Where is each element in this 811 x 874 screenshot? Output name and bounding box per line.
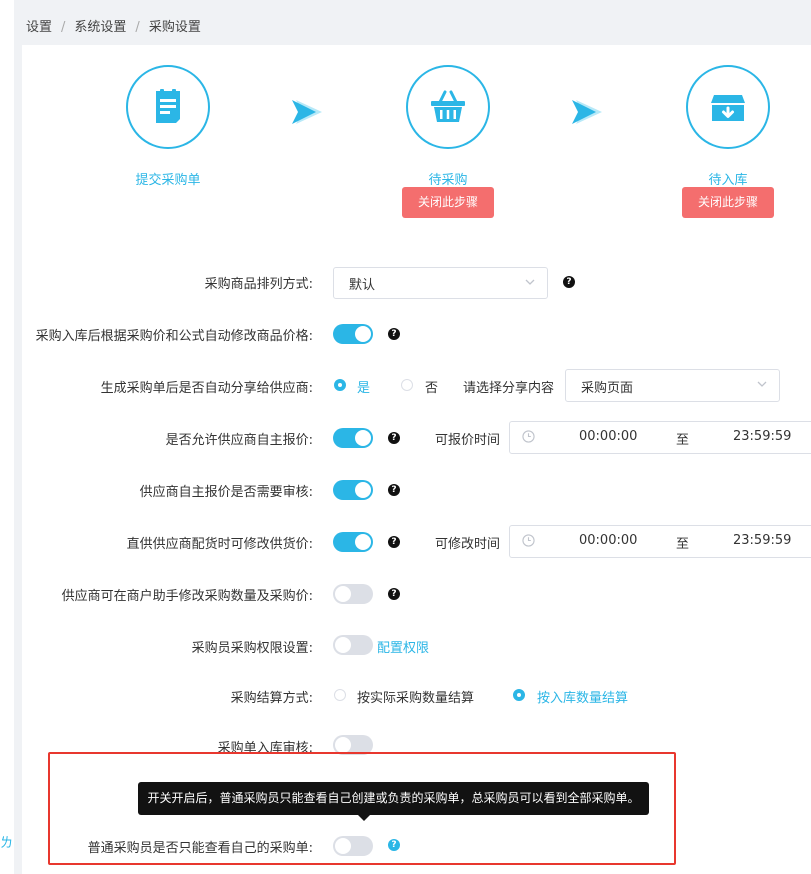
toggle-knob <box>335 838 351 854</box>
quote-end-time[interactable]: 23:59:59 <box>733 429 791 444</box>
own-orders-toggle[interactable] <box>333 836 373 856</box>
auto-share-label: 生成采购单后是否自动分享给供应商: <box>100 381 313 396</box>
help-icon[interactable]: ? <box>388 432 400 444</box>
share-content-select[interactable]: 采购页面 <box>565 369 780 402</box>
permission-toggle[interactable] <box>333 635 373 655</box>
step-label: 提交采购单 <box>135 173 201 188</box>
breadcrumb-item-settings[interactable]: 设置 <box>26 20 52 35</box>
settlement-inbound-radio[interactable] <box>513 689 525 701</box>
auto-share-yes-label[interactable]: 是 <box>357 377 370 396</box>
auto-share-no-radio[interactable] <box>401 379 413 391</box>
help-icon[interactable]: ? <box>388 839 400 851</box>
sort-mode-label: 采购商品排列方式: <box>204 277 313 292</box>
toggle-knob <box>335 586 351 602</box>
breadcrumb-item-purchase: 采购设置 <box>148 20 201 35</box>
toggle-knob <box>355 534 371 550</box>
auto-share-yes-radio[interactable] <box>334 379 346 391</box>
document-icon <box>156 89 180 123</box>
time-range-separator: 至 <box>676 537 690 552</box>
modify-time-label: 可修改时间 <box>435 537 501 552</box>
clock-icon <box>522 430 535 443</box>
step-pending-purchase: 待采购 <box>406 65 490 188</box>
assistant-edit-toggle[interactable] <box>333 584 373 604</box>
settlement-inbound-label[interactable]: 按入库数量结算 <box>537 687 628 706</box>
modify-start-time[interactable]: 00:00:00 <box>579 533 637 548</box>
step-arrow-icon <box>292 100 322 124</box>
tooltip-arrow <box>358 815 370 821</box>
sort-mode-value: 默认 <box>349 278 376 293</box>
clock-icon <box>522 534 535 547</box>
breadcrumb-separator: / <box>61 20 66 35</box>
close-step-button[interactable]: 关闭此步骤 <box>682 187 774 218</box>
left-sidebar-edge <box>0 0 14 874</box>
self-quote-label: 是否允许供应商自主报价: <box>165 433 313 448</box>
inbox-icon <box>711 95 745 121</box>
breadcrumb-separator: / <box>135 20 140 35</box>
breadcrumb-item-system[interactable]: 系统设置 <box>74 20 126 35</box>
step-circle <box>406 65 490 149</box>
toggle-knob <box>335 637 351 653</box>
time-range-separator: 至 <box>676 433 690 448</box>
quote-time-label: 可报价时间 <box>435 433 501 448</box>
quote-review-label: 供应商自主报价是否需要审核: <box>139 485 313 500</box>
auto-share-no-label[interactable]: 否 <box>425 377 438 396</box>
direct-supply-toggle[interactable] <box>333 532 373 552</box>
quote-time-range[interactable]: 00:00:00 至 23:59:59 <box>509 421 811 454</box>
close-step-button[interactable]: 关闭此步骤 <box>402 187 494 218</box>
configure-permission-link[interactable]: 配置权限 <box>377 637 429 656</box>
toggle-knob <box>355 326 371 342</box>
share-content-value: 采购页面 <box>581 381 634 396</box>
help-icon[interactable]: ? <box>563 276 575 288</box>
help-icon[interactable]: ? <box>388 328 400 340</box>
step-label: 待入库 <box>708 173 748 188</box>
quote-review-toggle[interactable] <box>333 480 373 500</box>
step-label: 待采购 <box>428 173 468 188</box>
self-quote-toggle[interactable] <box>333 428 373 448</box>
auto-price-toggle[interactable] <box>333 324 373 344</box>
direct-supply-label: 直供供应商配货时可修改供货价: <box>126 537 313 552</box>
own-orders-label: 普通采购员是否只能查看自己的采购单: <box>87 841 313 856</box>
settlement-actual-label[interactable]: 按实际采购数量结算 <box>357 687 474 706</box>
step-circle <box>126 65 210 149</box>
modify-time-range[interactable]: 00:00:00 至 23:59:59 <box>509 525 811 558</box>
toggle-knob <box>355 482 371 498</box>
step-submit-order: 提交采购单 <box>126 65 210 188</box>
chevron-down-icon <box>757 381 767 387</box>
help-icon[interactable]: ? <box>388 484 400 496</box>
left-edge-glyph: ㄌ <box>0 836 14 851</box>
sort-mode-select[interactable]: 默认 <box>333 267 548 299</box>
quote-start-time[interactable]: 00:00:00 <box>579 429 637 444</box>
help-icon[interactable]: ? <box>388 536 400 548</box>
step-circle <box>686 65 770 149</box>
basket-icon <box>431 90 465 122</box>
auto-price-label: 采购入库后根据采购价和公式自动修改商品价格: <box>35 329 313 344</box>
toggle-knob <box>335 737 351 753</box>
settlement-actual-radio[interactable] <box>334 689 346 701</box>
chevron-down-icon <box>525 279 535 285</box>
toggle-knob <box>355 430 371 446</box>
step-pending-inbound: 待入库 <box>686 65 770 188</box>
settlement-label: 采购结算方式: <box>230 691 313 706</box>
step-arrow-icon <box>572 100 602 124</box>
modify-end-time[interactable]: 23:59:59 <box>733 533 791 548</box>
assistant-edit-label: 供应商可在商户助手修改采购数量及采购价: <box>61 589 313 604</box>
help-icon[interactable]: ? <box>388 588 400 600</box>
breadcrumb: 设置 / 系统设置 / 采购设置 <box>26 18 201 38</box>
share-content-label: 请选择分享内容 <box>463 381 555 396</box>
tooltip: 开关开启后，普通采购员只能查看自己创建或负责的采购单，总采购员可以看到全部采购单… <box>138 782 649 815</box>
permission-label: 采购员采购权限设置: <box>191 641 313 656</box>
